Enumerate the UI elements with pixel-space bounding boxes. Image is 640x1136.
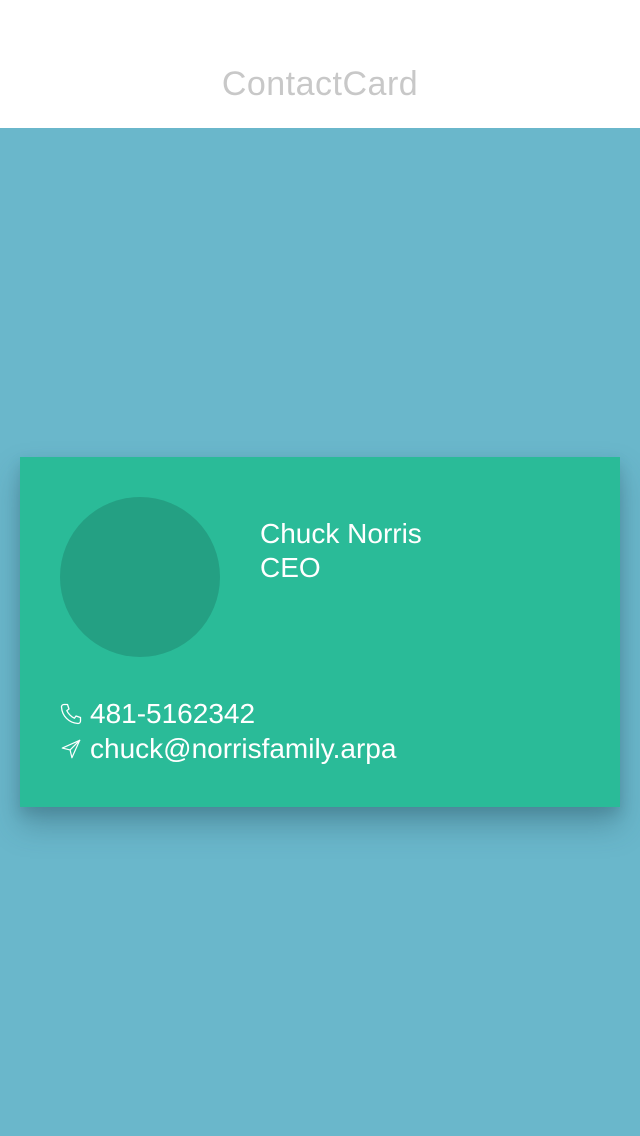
- nav-title: ContactCard: [221, 65, 419, 103]
- send-icon: [58, 736, 84, 762]
- email-row[interactable]: chuck@norrisfamily.arpa: [58, 732, 396, 766]
- contact-role: CEO: [260, 552, 321, 583]
- phone-icon: [58, 701, 84, 727]
- phone-row[interactable]: 481-5162342: [58, 697, 255, 731]
- email-address: chuck@norrisfamily.arpa: [90, 733, 397, 764]
- avatar: [60, 497, 220, 657]
- phone-number: 481-5162342: [90, 698, 256, 729]
- contact-name: Chuck Norris: [260, 518, 422, 549]
- contact-card: Chuck Norris CEO 481-5162342 chuck@norri…: [20, 457, 620, 807]
- navigation-bar: ContactCard: [0, 0, 640, 128]
